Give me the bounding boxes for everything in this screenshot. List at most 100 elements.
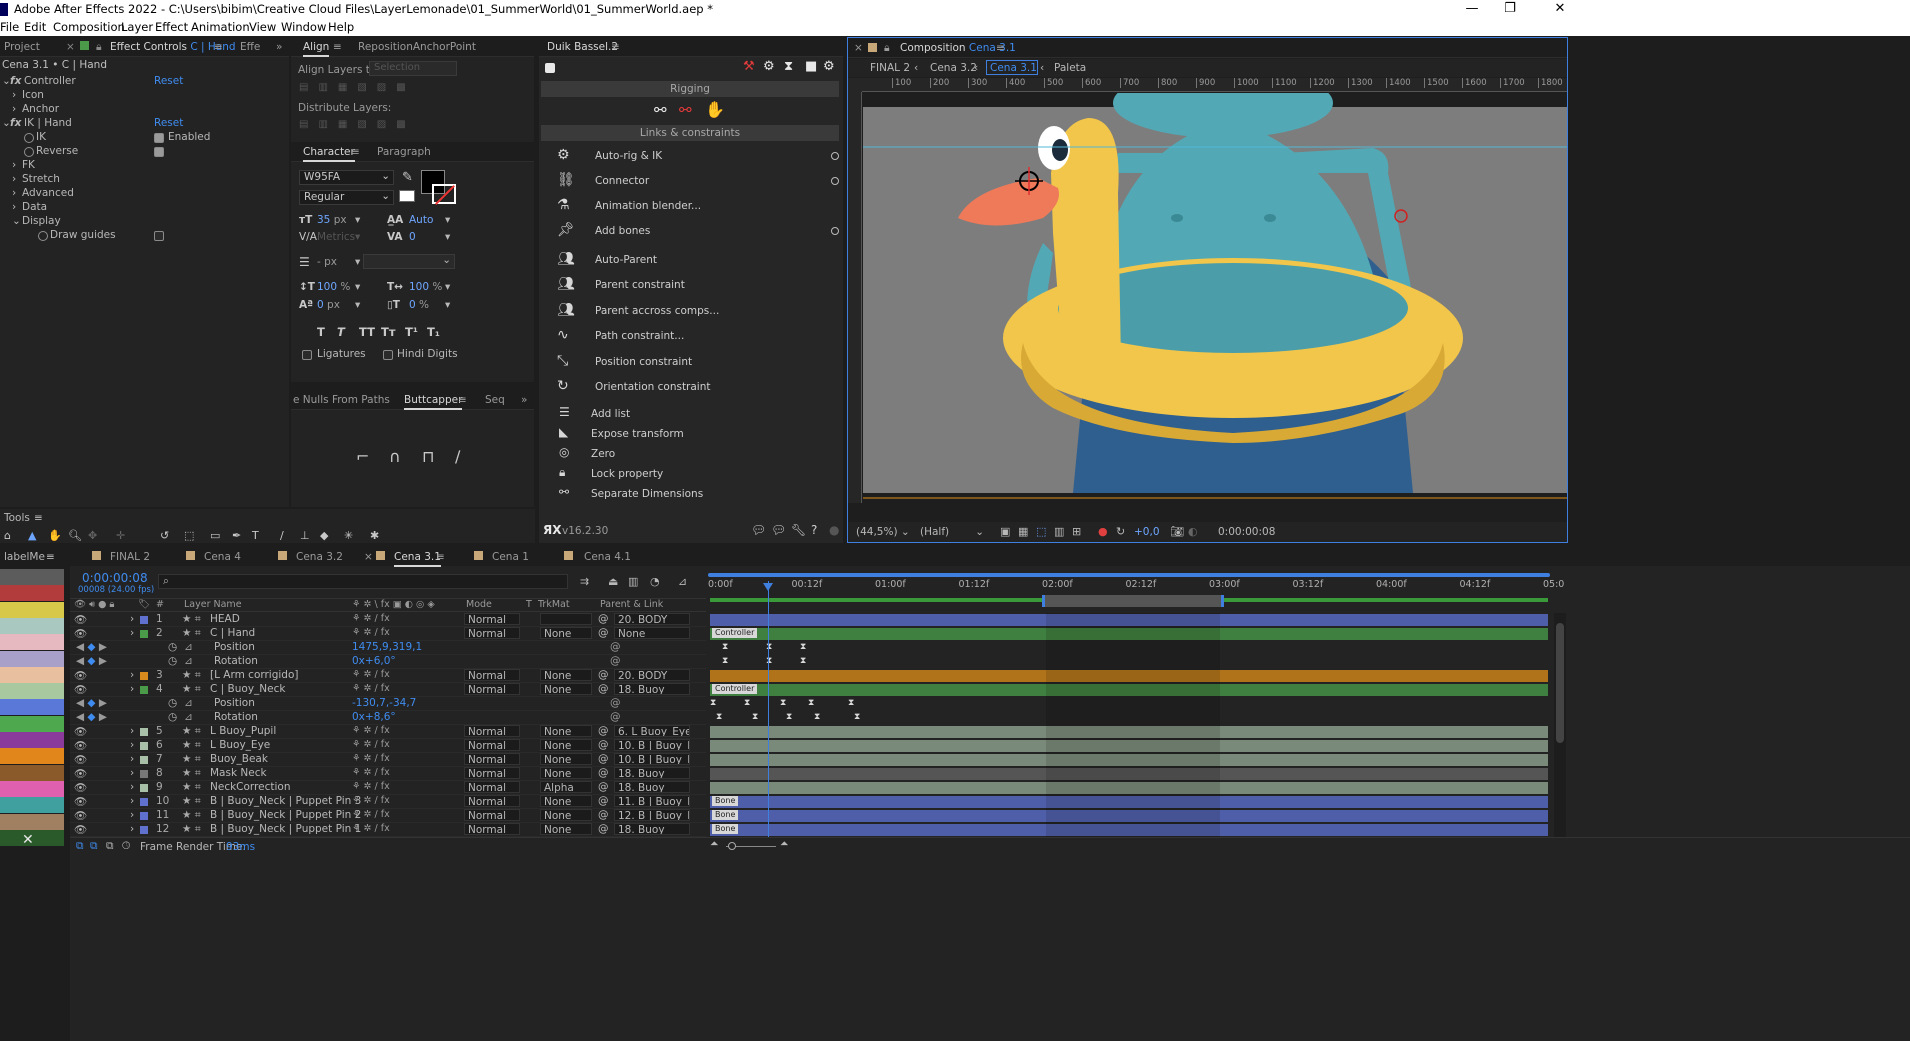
chevron-down-icon[interactable]: ▾ bbox=[355, 299, 360, 311]
layer-mode-dropdown[interactable]: Normal bbox=[464, 767, 520, 780]
stopwatch-icon[interactable] bbox=[24, 133, 34, 143]
timeline-scrollbar[interactable] bbox=[1554, 613, 1566, 845]
rectangle-tool-icon[interactable]: ▭ bbox=[210, 529, 220, 542]
toggle-modes-icon[interactable]: ⧉ bbox=[90, 840, 98, 853]
leading-value[interactable]: Auto bbox=[409, 214, 433, 226]
playhead-handle-icon[interactable] bbox=[763, 583, 773, 591]
tab-paragraph[interactable]: Paragraph bbox=[377, 146, 431, 158]
overflow-icon[interactable]: » bbox=[521, 394, 527, 406]
keyframe-icon[interactable]: ⧗ bbox=[766, 656, 772, 666]
tab-duik[interactable]: Duik Bassel.2 bbox=[547, 41, 618, 53]
disclosure-closed-icon[interactable]: › bbox=[12, 173, 16, 185]
snapshot-icon[interactable]: 📷︎ bbox=[1170, 525, 1184, 538]
subscript-button[interactable]: T₁ bbox=[427, 325, 440, 339]
disclosure-closed-icon[interactable]: › bbox=[130, 809, 134, 821]
breadcrumb-paleta[interactable]: Paleta bbox=[1054, 62, 1086, 74]
keyframe-icon[interactable]: ⧗ bbox=[752, 712, 758, 722]
orbit-tool-icon[interactable]: ✥ bbox=[88, 529, 97, 542]
resolution-dropdown[interactable]: (Half) ⌄ bbox=[920, 526, 984, 538]
visibility-eye-icon[interactable]: 👁︎ bbox=[74, 781, 87, 794]
pickwhip-icon[interactable]: @ bbox=[598, 767, 609, 779]
option-dot-icon[interactable] bbox=[831, 177, 839, 185]
ligatures-checkbox[interactable] bbox=[302, 350, 312, 360]
layer-trkmat-dropdown[interactable]: None bbox=[540, 669, 592, 682]
tab-cena4[interactable]: Cena 4 bbox=[204, 551, 241, 563]
layer-switches-icon[interactable]: ⚘ ✲ ∕ fx bbox=[352, 809, 390, 820]
panel-menu-icon[interactable]: ≡ bbox=[996, 42, 1005, 54]
eraser-tool-icon[interactable]: ◆ bbox=[320, 529, 328, 542]
layer-row[interactable]: 👁︎ › 6 ★ ⌗ L Buoy_Eye ⚘ ✲ ∕ fx Normal None @10. … bbox=[70, 739, 706, 753]
menu-help[interactable]: Help bbox=[328, 20, 354, 34]
layer-switches-icon[interactable]: ⚘ ✲ ∕ fx bbox=[352, 683, 390, 694]
keyframe-icon[interactable]: ⧗ bbox=[744, 698, 750, 708]
pickwhip-icon[interactable]: @ bbox=[598, 795, 609, 807]
comp-viewer[interactable] bbox=[863, 93, 1567, 503]
wrench-icon[interactable]: 🔧︎ bbox=[791, 523, 806, 537]
keyframe-icon[interactable]: ⧗ bbox=[780, 698, 786, 708]
parent-constraint-button[interactable]: 👥︎ Parent constraint bbox=[539, 273, 843, 298]
layer-label-color[interactable] bbox=[140, 686, 148, 694]
reverse-checkbox[interactable] bbox=[154, 147, 164, 157]
disclosure-closed-icon[interactable]: › bbox=[12, 201, 16, 213]
current-timecode[interactable]: 0:00:00:08 bbox=[82, 571, 148, 585]
layer-mode-dropdown[interactable]: Normal bbox=[464, 669, 520, 682]
layer-name[interactable]: [L Arm corrigido] bbox=[210, 669, 299, 681]
rigging-icon[interactable]: ⚒ bbox=[743, 59, 755, 74]
orientation-constraint-button[interactable]: ↻ Orientation constraint bbox=[539, 375, 843, 400]
layer-name[interactable]: L Buoy_Eye bbox=[210, 739, 270, 751]
visibility-eye-icon[interactable]: 👁︎ bbox=[74, 683, 87, 696]
brush-tool-icon[interactable]: ∕ bbox=[280, 529, 284, 542]
tab-align[interactable]: Align bbox=[303, 41, 330, 57]
tab-effe[interactable]: Effe bbox=[240, 41, 260, 53]
keyframe-icon[interactable]: ⧗ bbox=[722, 642, 728, 652]
layer-mode-dropdown[interactable]: Normal bbox=[464, 823, 520, 836]
layer-switches-icon[interactable]: ⚘ ✲ ∕ fx bbox=[352, 767, 390, 778]
small-caps-button[interactable]: Tт bbox=[381, 325, 396, 339]
layer-parent-dropdown[interactable]: 18. Buoy bbox=[614, 781, 690, 793]
layer-mode-dropdown[interactable]: Normal bbox=[464, 809, 520, 822]
pickwhip-icon[interactable]: @ bbox=[598, 753, 609, 765]
disclosure-closed-icon[interactable]: › bbox=[130, 683, 134, 695]
breadcrumb-final2[interactable]: FINAL 2 bbox=[870, 62, 910, 74]
stopwatch-icon[interactable] bbox=[24, 147, 34, 157]
layer-name[interactable]: B | Buoy_Neck | Puppet Pin 3 bbox=[210, 795, 361, 807]
tab-seq[interactable]: Seq bbox=[485, 394, 505, 406]
disclosure-closed-icon[interactable]: › bbox=[130, 669, 134, 681]
font-family-dropdown[interactable]: W95FA ⌄ bbox=[299, 170, 394, 185]
layer-parent-dropdown[interactable]: 11. B | Buoy_I bbox=[614, 795, 690, 807]
trkmat-header[interactable]: TrkMat bbox=[538, 599, 570, 610]
label-swatch[interactable] bbox=[0, 617, 64, 634]
show-snapshot-icon[interactable]: ◐ bbox=[1188, 525, 1198, 538]
home-tool-icon[interactable]: ⌂ bbox=[4, 529, 11, 542]
motion-blur-icon[interactable]: ◔ bbox=[650, 575, 660, 588]
add-bones-button[interactable]: 📌︎ Add bones bbox=[539, 219, 843, 244]
auto-parent-button[interactable]: 👥︎ Auto-Parent bbox=[539, 248, 843, 273]
stopwatch-icon[interactable]: ◷ bbox=[168, 711, 177, 723]
faux-bold-button[interactable]: T bbox=[317, 325, 325, 339]
layer-parent-dropdown[interactable]: 12. B | Buoy_I bbox=[614, 809, 690, 821]
keyframe-nav-icon[interactable]: ◀ ◆ ▶ bbox=[76, 711, 107, 723]
layer-label-color[interactable] bbox=[140, 616, 148, 624]
faux-italic-button[interactable]: T bbox=[337, 325, 345, 339]
layer-mode-dropdown[interactable]: Normal bbox=[464, 725, 520, 738]
property-row[interactable]: ◀ ◆ ▶ ◷ ⊿ Position 1475,9,319,1 @ bbox=[70, 641, 706, 655]
data-row[interactable]: › Data bbox=[0, 201, 289, 215]
layer-parent-dropdown[interactable]: 20. BODY bbox=[614, 669, 690, 681]
label-swatch[interactable] bbox=[0, 699, 64, 716]
layer-name[interactable]: B | Buoy_Neck | Puppet Pin 1 bbox=[210, 823, 361, 835]
layer-name-header[interactable]: Layer Name bbox=[184, 599, 242, 610]
label-swatch[interactable] bbox=[0, 732, 64, 748]
tools-icon[interactable]: ⚙ bbox=[823, 59, 835, 74]
label-swatch[interactable] bbox=[0, 683, 64, 700]
keyframe-icon[interactable]: ⧗ bbox=[800, 656, 806, 666]
panel-menu-icon[interactable]: ≡ bbox=[351, 146, 360, 158]
stopwatch-icon[interactable]: ◷ bbox=[168, 641, 177, 653]
type-tool-icon[interactable]: T bbox=[252, 529, 259, 542]
label-swatch[interactable] bbox=[0, 666, 64, 683]
layer-label-color[interactable] bbox=[140, 784, 148, 792]
graph-icon[interactable]: ⊿ bbox=[184, 711, 193, 723]
layer-parent-dropdown[interactable]: 6. L Buoy_Eye bbox=[614, 725, 690, 737]
playhead-line[interactable] bbox=[768, 581, 769, 845]
expression-pickwhip-icon[interactable]: @ bbox=[610, 711, 621, 723]
disclosure-closed-icon[interactable]: › bbox=[130, 781, 134, 793]
